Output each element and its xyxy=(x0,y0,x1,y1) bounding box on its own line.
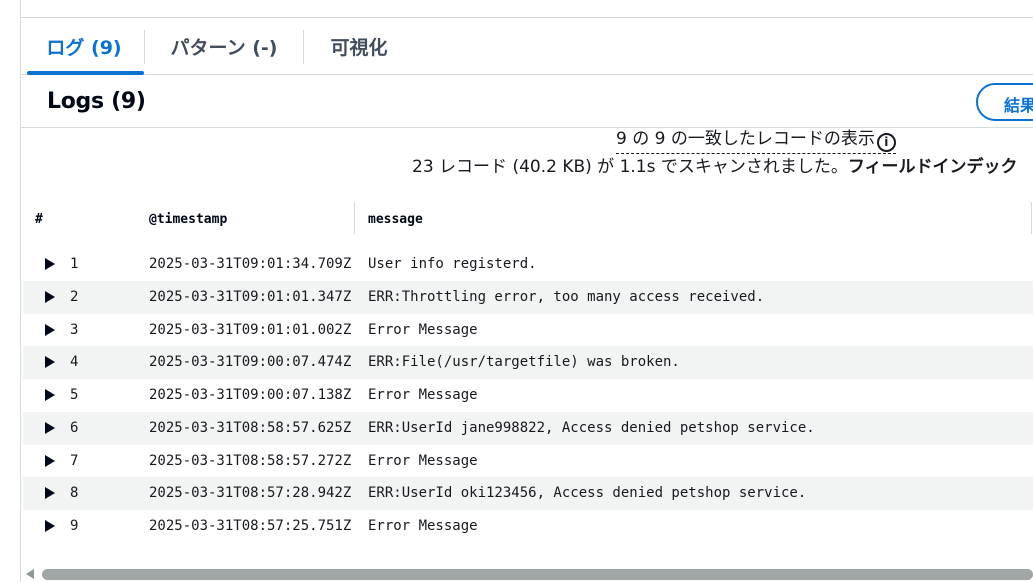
table-body: 1 2025-03-31T09:01:34.709Z User info reg… xyxy=(23,248,1033,543)
expand-caret-icon[interactable] xyxy=(45,520,55,532)
info-icon[interactable]: i xyxy=(876,132,896,152)
tab-bar: ログ (9) パターン (-) 可視化 xyxy=(21,18,1033,75)
tab-patterns[interactable]: パターン (-) xyxy=(145,18,303,75)
page-title: Logs (9) xyxy=(47,89,146,114)
expand-caret-icon[interactable] xyxy=(45,421,55,434)
row-message: Error Message xyxy=(368,321,478,338)
row-message: ERR:UserId jane998822, Access denied pet… xyxy=(368,419,815,436)
match-summary[interactable]: 9 の 9 の一致したレコードの表示 i xyxy=(616,124,896,154)
expand-caret-icon[interactable] xyxy=(45,356,55,369)
row-timestamp: 2025-03-31T08:58:57.272Z xyxy=(149,452,352,469)
top-strip xyxy=(20,0,1033,18)
export-results-button[interactable]: 結果 xyxy=(976,83,1033,121)
row-message: Error Message xyxy=(368,452,478,469)
expand-caret-icon[interactable] xyxy=(45,258,55,270)
row-number: 2 xyxy=(70,288,79,305)
row-number: 5 xyxy=(70,387,79,403)
row-timestamp: 2025-03-31T09:01:34.709Z xyxy=(149,256,352,272)
row-message: ERR:File(/usr/targetfile) was broken. xyxy=(368,354,680,371)
row-message: ERR:UserId oki123456, Access denied pets… xyxy=(368,485,807,502)
expand-caret-icon[interactable] xyxy=(45,389,55,401)
row-number: 7 xyxy=(70,452,79,469)
row-number: 6 xyxy=(70,419,79,436)
row-number: 9 xyxy=(70,518,79,534)
tab-logs[interactable]: ログ (9) xyxy=(24,18,144,75)
scan-summary: 23 レコード (40.2 KB) が 1.1s でスキャンされました。フィール… xyxy=(412,152,1018,177)
row-timestamp: 2025-03-31T09:00:07.474Z xyxy=(149,354,352,371)
table-row[interactable]: 3 2025-03-31T09:01:01.002Z Error Message xyxy=(23,314,1033,347)
logs-table: # @timestamp message 1 2025-03-31T09:01:… xyxy=(23,200,1033,534)
expand-caret-icon[interactable] xyxy=(45,290,55,303)
table-row[interactable]: 9 2025-03-31T08:57:25.751Z Error Message xyxy=(23,510,1033,543)
row-message: ERR:Throttling error, too many access re… xyxy=(368,288,765,305)
match-summary-text: 9 の 9 の一致したレコードの表示 xyxy=(616,129,875,149)
table-row[interactable]: 2 2025-03-31T09:01:01.347Z ERR:Throttlin… xyxy=(23,280,1033,314)
column-separator xyxy=(1031,202,1032,234)
row-message: Error Message xyxy=(368,518,478,534)
table-row[interactable]: 1 2025-03-31T09:01:34.709Z User info reg… xyxy=(23,248,1033,281)
column-header-index: # xyxy=(35,212,43,227)
expand-caret-icon[interactable] xyxy=(45,487,55,500)
scroll-left-icon[interactable] xyxy=(26,569,34,579)
column-header-message[interactable]: message xyxy=(368,212,423,227)
expand-caret-icon[interactable] xyxy=(45,323,55,336)
scrollbar-thumb[interactable] xyxy=(42,569,1033,580)
row-number: 8 xyxy=(70,485,79,502)
field-index-link[interactable]: フィールドインデック xyxy=(848,157,1018,177)
column-separator xyxy=(354,202,355,234)
row-timestamp: 2025-03-31T09:00:07.138Z xyxy=(149,387,352,403)
table-row[interactable]: 5 2025-03-31T09:00:07.138Z Error Message xyxy=(23,379,1033,412)
row-number: 4 xyxy=(70,354,79,371)
expand-caret-icon[interactable] xyxy=(45,454,55,467)
row-timestamp: 2025-03-31T08:57:25.751Z xyxy=(149,518,352,534)
table-row[interactable]: 6 2025-03-31T08:58:57.625Z ERR:UserId ja… xyxy=(23,411,1033,445)
row-timestamp: 2025-03-31T09:01:01.002Z xyxy=(149,321,352,338)
row-message: Error Message xyxy=(368,387,478,403)
table-row[interactable]: 8 2025-03-31T08:57:28.942Z ERR:UserId ok… xyxy=(23,477,1033,510)
scan-summary-text: 23 レコード (40.2 KB) が 1.1s でスキャンされました。 xyxy=(412,157,848,177)
row-number: 1 xyxy=(70,256,79,272)
row-timestamp: 2025-03-31T08:57:28.942Z xyxy=(149,485,352,502)
row-timestamp: 2025-03-31T09:01:01.347Z xyxy=(149,288,352,305)
table-row[interactable]: 4 2025-03-31T09:00:07.474Z ERR:File(/usr… xyxy=(23,346,1033,379)
tab-visualization[interactable]: 可視化 xyxy=(304,18,414,75)
horizontal-scrollbar[interactable] xyxy=(24,568,1033,582)
table-header: # @timestamp message xyxy=(23,200,1033,238)
column-header-timestamp[interactable]: @timestamp xyxy=(149,212,227,227)
row-timestamp: 2025-03-31T08:58:57.625Z xyxy=(149,419,352,436)
row-number: 3 xyxy=(70,321,79,338)
logs-header: Logs (9) 結果 xyxy=(21,75,1033,128)
row-message: User info registerd. xyxy=(368,256,537,272)
table-row[interactable]: 7 2025-03-31T08:58:57.272Z Error Message xyxy=(23,445,1033,478)
